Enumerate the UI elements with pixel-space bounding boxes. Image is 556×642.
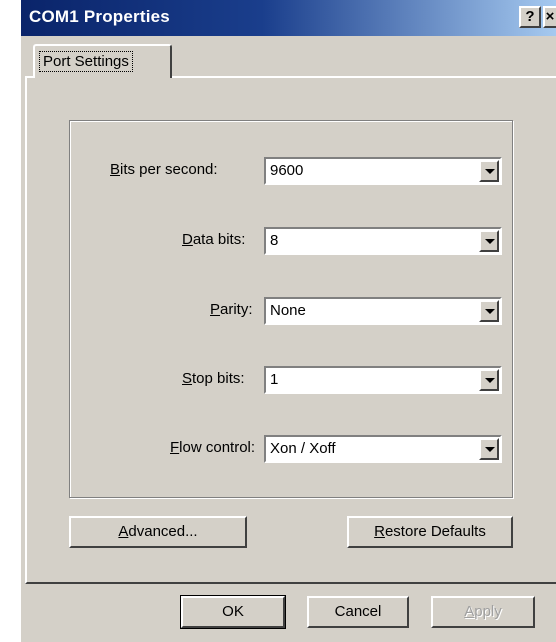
flow-control-value: Xon / Xoff xyxy=(270,440,336,457)
tab-port-settings-label: Port Settings xyxy=(39,51,133,72)
stop-bits-select[interactable]: 1 xyxy=(264,366,502,394)
restore-defaults-button[interactable]: Restore Defaults xyxy=(347,516,513,548)
com1-properties-dialog: COM1 Properties ? × Port Settings Bits p… xyxy=(20,0,556,642)
chevron-down-icon[interactable] xyxy=(479,230,499,252)
close-icon[interactable]: × xyxy=(543,6,556,28)
stop-bits-accesskey: S xyxy=(182,370,193,387)
stop-bits-value: 1 xyxy=(270,371,279,388)
bits-per-second-accesskey: B xyxy=(110,161,121,178)
window-title: COM1 Properties xyxy=(29,7,170,26)
flow-control-label: Flow control: xyxy=(170,439,255,456)
parity-label: Parity: xyxy=(210,301,253,318)
ok-button[interactable]: OK xyxy=(180,595,286,629)
restore-label: estore Defaults xyxy=(384,523,486,540)
apply-button[interactable]: Apply xyxy=(431,596,535,628)
chevron-down-icon[interactable] xyxy=(479,300,499,322)
flow-control-label-text: low control: xyxy=(179,439,256,456)
apply-accesskey: A xyxy=(464,603,475,620)
chevron-down-icon[interactable] xyxy=(479,438,499,460)
parity-label-text: arity: xyxy=(220,301,253,318)
parity-value: None xyxy=(270,302,306,319)
stop-bits-label: Stop bits: xyxy=(182,370,245,387)
flow-control-accesskey: F xyxy=(170,439,180,456)
chevron-down-icon[interactable] xyxy=(479,369,499,391)
data-bits-label: Data bits: xyxy=(182,231,245,248)
bits-per-second-select[interactable]: 9600 xyxy=(264,157,502,185)
apply-label: pply xyxy=(474,603,502,620)
tab-port-settings[interactable]: Port Settings xyxy=(33,44,172,78)
title-bar[interactable]: COM1 Properties ? × xyxy=(21,0,556,36)
stop-bits-label-text: top bits: xyxy=(192,370,245,387)
advanced-button[interactable]: Advanced... xyxy=(69,516,247,548)
chevron-down-icon[interactable] xyxy=(479,160,499,182)
bits-per-second-value: 9600 xyxy=(270,162,304,179)
parity-accesskey: P xyxy=(210,301,221,318)
advanced-label: dvanced... xyxy=(128,523,198,540)
cancel-button[interactable]: Cancel xyxy=(307,596,409,628)
data-bits-label-text: ata bits: xyxy=(192,231,246,248)
bits-per-second-label-text: its per second: xyxy=(120,161,218,178)
parity-select[interactable]: None xyxy=(264,297,502,325)
flow-control-select[interactable]: Xon / Xoff xyxy=(264,435,502,463)
restore-accesskey: R xyxy=(374,523,385,540)
data-bits-select[interactable]: 8 xyxy=(264,227,502,255)
data-bits-value: 8 xyxy=(270,232,279,249)
advanced-accesskey: A xyxy=(118,523,129,540)
bits-per-second-label: Bits per second: xyxy=(110,161,218,178)
help-icon[interactable]: ? xyxy=(519,6,541,28)
data-bits-accesskey: D xyxy=(182,231,193,248)
settings-group-box: Bits per second: 9600 Data bits: 8 Parit… xyxy=(69,120,513,498)
